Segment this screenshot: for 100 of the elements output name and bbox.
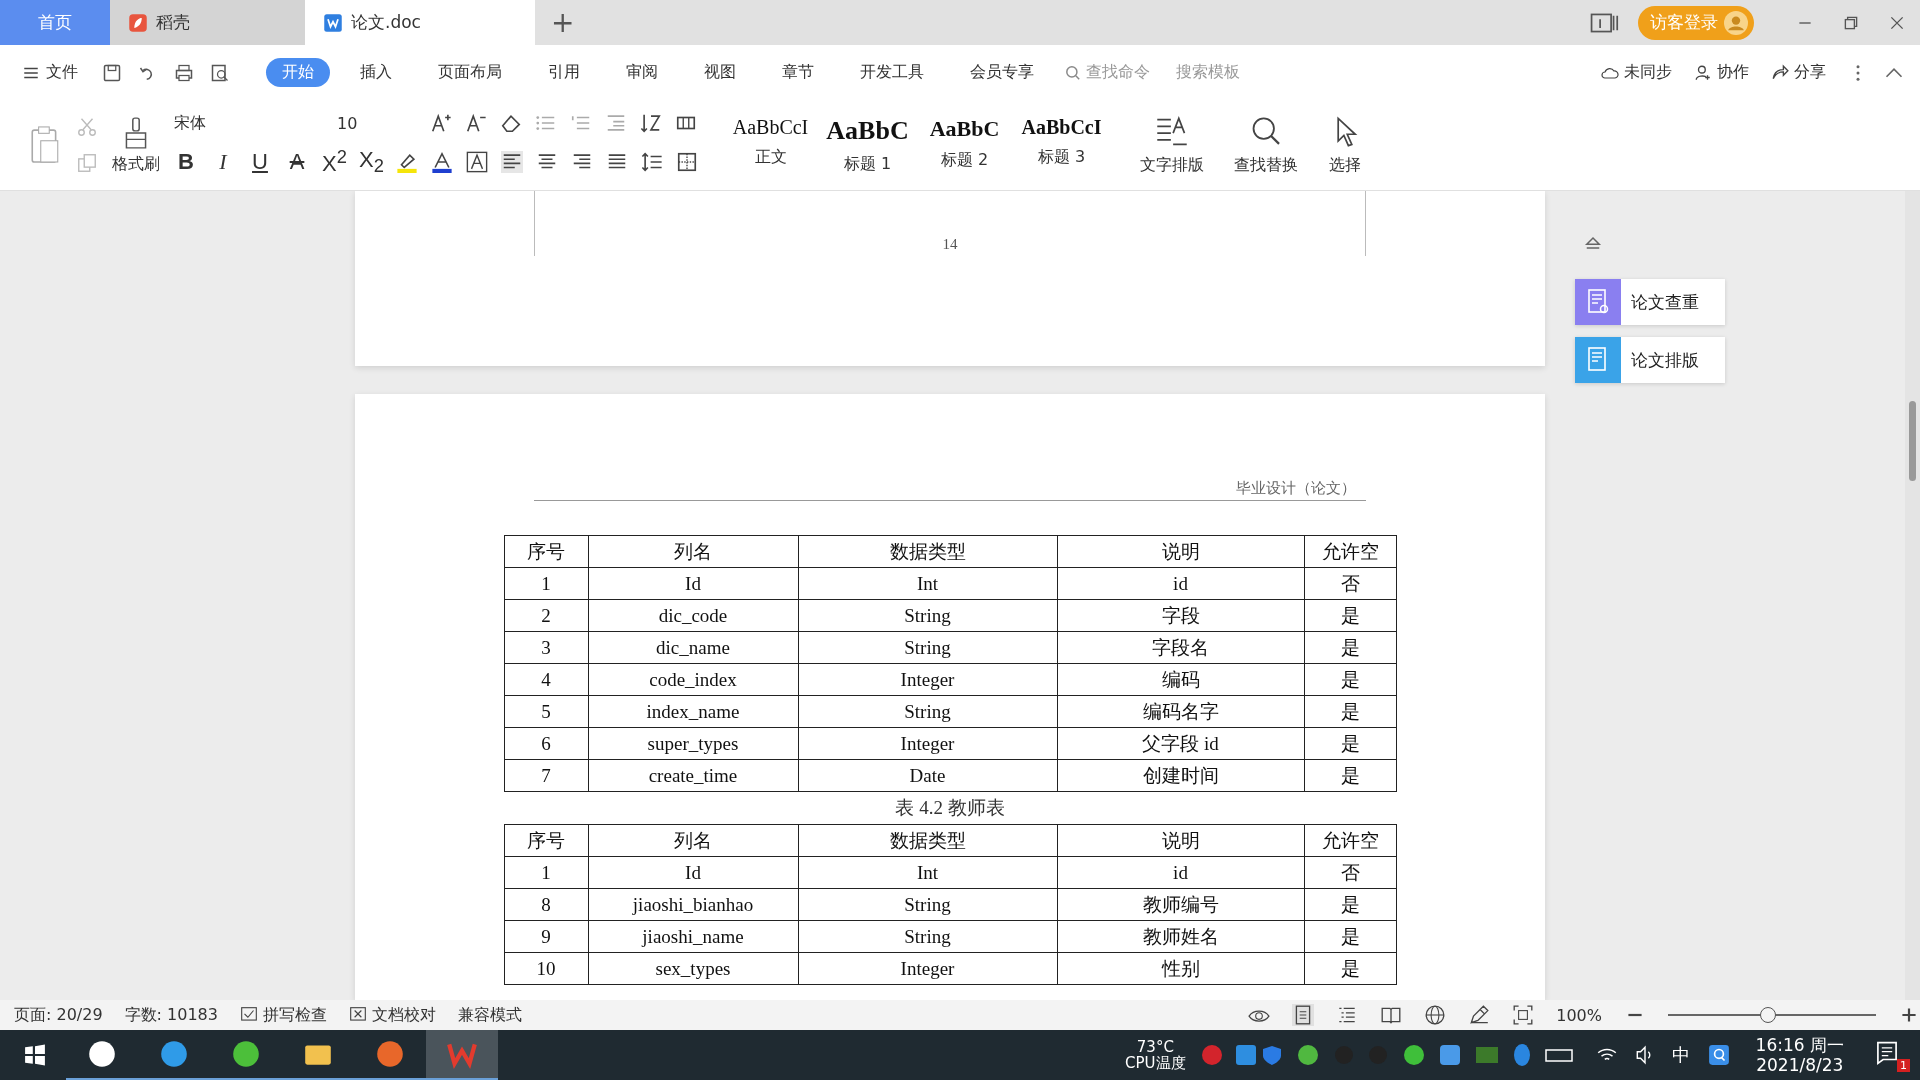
ribbon-tab[interactable]: 引用 [532,58,596,87]
status-toggle[interactable]: 文档校对 [348,1004,436,1026]
toolbar-action[interactable]: 分享 [1771,62,1826,83]
style-preset[interactable]: AaBbC 标题 2 [916,115,1013,175]
globe-icon[interactable] [1424,1004,1447,1026]
status-toggle[interactable]: 拼写检查 [239,1004,327,1026]
table-cell: id [1057,567,1304,600]
grow-font-icon[interactable] [430,112,452,135]
ribbon-tab[interactable]: 页面布局 [422,58,518,87]
cross-box-icon [348,1006,367,1024]
ribbon-tab[interactable]: 视图 [688,58,752,87]
style-preset[interactable]: AaBbCcI 正文 [722,115,819,175]
windows-start-icon[interactable] [24,1044,46,1066]
format-button[interactable]: X$^{2}$ [322,146,346,178]
style-name: 标题 1 [843,153,892,175]
document-icon [1575,279,1621,325]
app-icon [86,1038,118,1070]
align-left-icon[interactable] [501,151,523,173]
notification-icon[interactable] [1874,1040,1900,1066]
print-icon[interactable] [174,62,194,83]
document-tab[interactable]: 论文.doc [305,0,535,45]
style-name: 正文 [754,146,787,168]
page-view-icon[interactable] [1292,1004,1315,1026]
table-cell: 字段名 [1057,631,1304,664]
style-preset[interactable]: AaBbCcI 标题 3 [1013,115,1110,175]
input-method[interactable]: 中 [1671,1043,1690,1067]
layout-icon[interactable] [1590,11,1620,34]
slider-thumb[interactable] [1759,1007,1776,1023]
highlighter-icon[interactable] [396,151,418,173]
ribbon-tool[interactable]: 文字排版 [1140,114,1204,176]
toolbar-action[interactable]: 协作 [1694,62,1749,83]
ribbon-tab[interactable]: 插入 [344,58,408,87]
toolbar-action[interactable]: 未同步 [1601,62,1672,83]
table-cell: String [798,920,1057,953]
sort-icon[interactable] [640,112,662,135]
table-cell: 1 [504,856,588,889]
table-cell: Integer [798,663,1057,696]
pen-icon[interactable] [1468,1004,1491,1026]
check-box-icon [239,1006,258,1024]
style-name: 标题 2 [940,149,989,171]
scrollbar-thumb[interactable] [1909,401,1916,481]
column-header: 允许空 [1304,824,1396,857]
side-panel-button[interactable]: 论文查重 [1575,279,1725,325]
table-cell: index_name [588,695,798,728]
table-cell: 是 [1304,695,1396,728]
table-cell: 是 [1304,952,1396,985]
character-border-icon[interactable] [466,151,488,173]
table-cell: Integer [798,727,1057,760]
column-header: 序号 [504,824,588,857]
table-cell: 7 [504,759,588,792]
eraser-icon[interactable] [500,112,522,135]
ribbon-tool[interactable]: 选择 [1328,114,1362,176]
zoom-level[interactable]: 100% [1556,1005,1602,1025]
print-preview-icon[interactable] [210,62,230,83]
table-cell: String [798,631,1057,664]
format-button[interactable]: A [285,149,309,175]
format-painter-button[interactable]: 格式刷 [112,115,160,175]
ribbon-tab[interactable]: 会员专享 [954,58,1050,87]
format-button[interactable]: U [248,149,272,175]
table-cell: 是 [1304,888,1396,921]
app-icon [374,1038,406,1070]
ribbon-tab[interactable]: 章节 [766,58,830,87]
table-cell: 8 [504,888,588,921]
format-button[interactable]: I [211,149,235,175]
format-button[interactable]: B [174,149,198,175]
font-color-icon[interactable] [431,151,453,173]
table-cell: 1 [504,567,588,600]
notification-badge: 1 [1897,1059,1910,1072]
file-menu[interactable]: 文件 [22,62,78,83]
table-cell: Int [798,856,1057,889]
fit-page-icon[interactable] [1512,1004,1535,1026]
ribbon-tool[interactable]: 查找替换 [1234,114,1298,176]
document-tab[interactable]: 稻壳 [110,0,305,45]
search-app-icon[interactable] [1707,1044,1730,1066]
style-sample: AaBbCcI [1021,115,1102,139]
page-header: 毕业设计（论文） [1236,479,1356,498]
line-spacing-icon[interactable] [641,151,663,173]
ribbon-tab[interactable]: 审阅 [610,58,674,87]
column-header: 说明 [1057,535,1304,568]
style-preset[interactable]: AaBbC 标题 1 [819,115,916,175]
table-cell: Int [798,567,1057,600]
brush-icon [123,115,149,150]
table-cell: 否 [1304,567,1396,600]
font-size-select[interactable]: 10 [337,113,417,133]
save-icon[interactable] [102,62,122,83]
table-cell: 教师姓名 [1057,920,1304,953]
table-cell: jiaoshi_bianhao [588,888,798,921]
column-header: 说明 [1057,824,1304,857]
leaf-logo-icon [128,12,148,33]
share-icon [1771,63,1789,82]
new-tab-button[interactable]: + [551,8,575,37]
format-button[interactable]: X$_{2}$ [359,146,383,178]
ribbon-tab[interactable]: 开发工具 [844,58,940,87]
document-icon [1575,337,1621,383]
borders-icon[interactable] [676,151,698,173]
font-select[interactable]: 宋体 [174,112,324,134]
table-cell: 是 [1304,599,1396,632]
shrink-font-icon[interactable] [465,112,487,135]
side-panel-button[interactable]: 论文排版 [1575,337,1725,383]
page-count: 页面: 20/29 [14,1004,103,1026]
